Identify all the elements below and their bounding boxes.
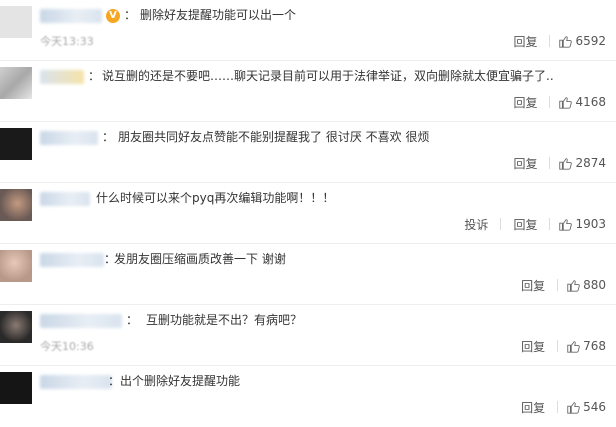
timestamp: 今天13:33: [40, 35, 94, 48]
comment-text: 发朋友圈压缩画质改善一下 谢谢: [114, 252, 286, 266]
thumbs-up-icon: [567, 341, 580, 353]
thumbs-up-icon: [559, 158, 573, 170]
avatar[interactable]: [0, 250, 32, 282]
divider: [549, 96, 551, 108]
comment-actions: 回复 6592: [509, 33, 606, 49]
thumbs-up-icon: [567, 280, 580, 292]
like-count: 768: [583, 339, 606, 353]
avatar[interactable]: [0, 67, 32, 99]
colon: ：: [126, 313, 139, 327]
like-count: 4168: [575, 95, 606, 109]
reply-button[interactable]: 回复: [517, 277, 549, 294]
like-count: 2874: [575, 156, 606, 170]
like-count: 546: [583, 400, 606, 414]
reply-button[interactable]: 回复: [509, 33, 541, 50]
reply-button[interactable]: 回复: [517, 338, 549, 355]
divider: [500, 218, 502, 230]
like-count: 6592: [575, 34, 606, 48]
list-item: ： 出个删除好友提醒功能 回复 546: [0, 366, 616, 427]
divider: [549, 218, 551, 230]
avatar[interactable]: [0, 372, 32, 404]
username[interactable]: [40, 314, 122, 328]
reply-button[interactable]: 回复: [509, 155, 541, 172]
like-button[interactable]: 546: [566, 400, 606, 414]
thumbs-up-icon: [559, 36, 573, 48]
comment-text: 删除好友提醒功能可以出一个: [140, 8, 297, 22]
like-button[interactable]: 768: [566, 339, 606, 353]
username[interactable]: [40, 9, 102, 23]
username[interactable]: [40, 253, 104, 267]
like-button[interactable]: 6592: [558, 34, 606, 48]
comment-actions: 回复 546: [517, 399, 606, 415]
comment-actions: 回复 2874: [509, 155, 606, 171]
thumbs-up-icon: [567, 402, 580, 414]
colon: ：: [108, 374, 121, 388]
comment-actions: 回复 768: [517, 338, 606, 354]
comment-text: 说互删的还是不要吧……聊天记录目前可以用于法律举证，双向删除就太便宜骗子了..: [102, 69, 554, 83]
timestamp: 今天10:36: [40, 340, 94, 353]
verified-badge-icon: V: [106, 9, 120, 23]
comment-text: 什么时候可以来个pyq再次编辑功能啊！！！: [96, 191, 335, 205]
list-item: ： 朋友圈共同好友点赞能不能别提醒我了 很讨厌 不喜欢 很烦 回复 2874: [0, 122, 616, 183]
like-button[interactable]: 2874: [558, 156, 606, 170]
comment-list: V ： 删除好友提醒功能可以出一个 今天13:33 回复 6592 ： 说互删的…: [0, 0, 616, 424]
like-button[interactable]: 880: [566, 278, 606, 292]
list-item: 什么时候可以来个pyq再次编辑功能啊！！！ 投诉 回复 1903: [0, 183, 616, 244]
report-button[interactable]: 投诉: [460, 216, 492, 233]
reply-button[interactable]: 回复: [509, 216, 541, 233]
avatar[interactable]: [0, 128, 32, 160]
like-button[interactable]: 4168: [558, 95, 606, 109]
username[interactable]: [40, 192, 90, 206]
like-button[interactable]: 1903: [558, 217, 606, 231]
username[interactable]: [40, 131, 98, 145]
thumbs-up-icon: [559, 219, 573, 231]
comment-actions: 回复 880: [517, 277, 606, 293]
comment-actions: 回复 4168: [509, 94, 606, 110]
like-count: 1903: [575, 217, 606, 231]
comment-text: 出个删除好友提醒功能: [120, 374, 241, 388]
divider: [549, 35, 551, 47]
list-item: ： 说互删的还是不要吧……聊天记录目前可以用于法律举证，双向删除就太便宜骗子了.…: [0, 61, 616, 122]
like-count: 880: [583, 278, 606, 292]
thumbs-up-icon: [559, 97, 573, 109]
list-item: ： 互删功能就是不出？有病吧？ 今天10:36 回复 768: [0, 305, 616, 366]
divider: [557, 401, 559, 413]
comment-text: 朋友圈共同好友点赞能不能别提醒我了 很讨厌 不喜欢 很烦: [118, 130, 430, 144]
colon: ：: [102, 130, 115, 144]
avatar[interactable]: [0, 6, 32, 38]
reply-button[interactable]: 回复: [517, 399, 549, 416]
avatar[interactable]: [0, 189, 32, 221]
avatar[interactable]: [0, 311, 32, 343]
comment-actions: 投诉 回复 1903: [460, 216, 606, 232]
username[interactable]: [40, 70, 84, 84]
colon: ：: [124, 8, 137, 22]
reply-button[interactable]: 回复: [509, 94, 541, 111]
colon: ：: [88, 69, 101, 83]
list-item: V ： 删除好友提醒功能可以出一个 今天13:33 回复 6592: [0, 0, 616, 61]
comment-text: 互删功能就是不出？有病吧？: [146, 313, 303, 327]
divider: [557, 279, 559, 291]
list-item: ： 发朋友圈压缩画质改善一下 谢谢 回复 880: [0, 244, 616, 305]
divider: [557, 340, 559, 352]
divider: [549, 157, 551, 169]
username[interactable]: [40, 375, 112, 389]
